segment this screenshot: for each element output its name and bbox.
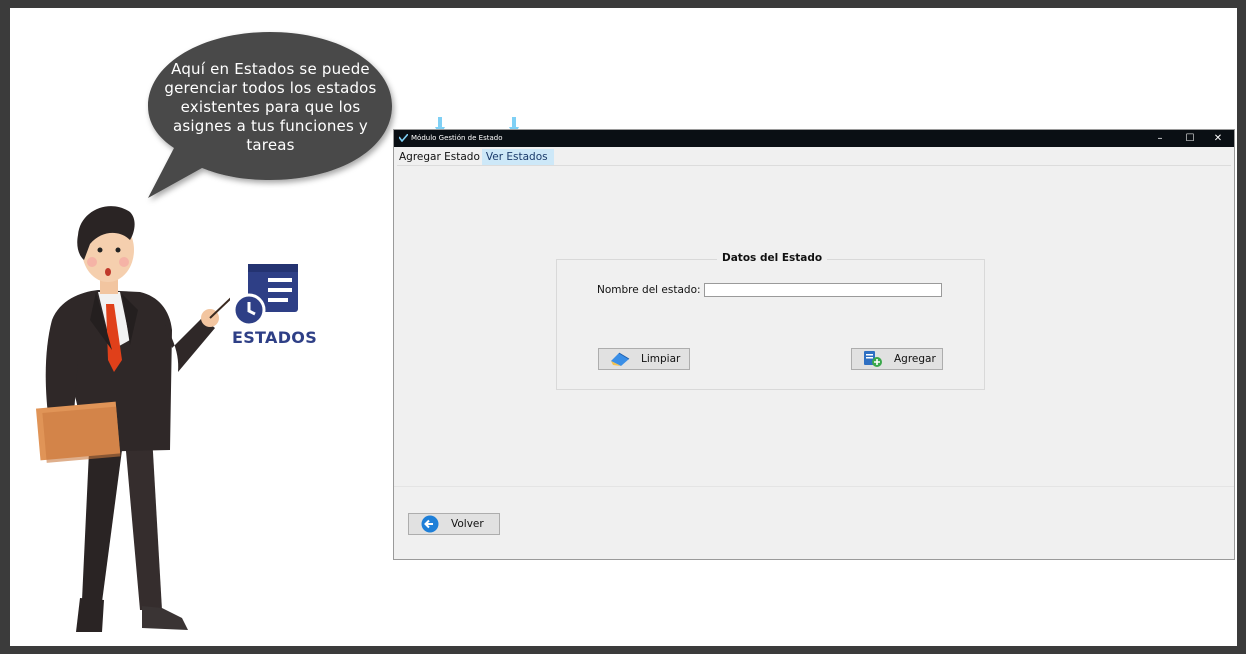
tab-ver-estados[interactable]: Ver Estados [481, 149, 554, 166]
agregar-label: Agregar [894, 353, 936, 365]
datos-del-estado-group: Datos del Estado Nombre del estado: Limp… [556, 252, 985, 390]
title-bar: Módulo Gestión de Estado – ☐ ✕ [394, 130, 1234, 147]
back-arrow-icon [419, 515, 441, 533]
agregar-button[interactable]: Agregar [851, 348, 943, 370]
minimize-button[interactable]: – [1146, 131, 1174, 146]
window-title: Módulo Gestión de Estado [411, 134, 503, 142]
tab-agregar-estado[interactable]: Agregar Estado [397, 149, 482, 166]
app-icon [399, 134, 408, 142]
limpiar-label: Limpiar [641, 353, 681, 365]
eraser-icon [609, 350, 631, 368]
group-title: Datos del Estado [717, 252, 828, 264]
estados-badge-label: ESTADOS [232, 328, 318, 347]
close-button[interactable]: ✕ [1204, 131, 1232, 146]
businessman-illustration [35, 206, 230, 632]
nombre-estado-input[interactable] [704, 283, 942, 297]
app-window: Módulo Gestión de Estado – ☐ ✕ Agregar E… [393, 129, 1235, 560]
add-document-icon [862, 350, 884, 368]
volver-label: Volver [451, 518, 484, 530]
tab-divider [397, 165, 1231, 166]
tab-bar: Agregar Estado Ver Estados [397, 149, 554, 166]
limpiar-button[interactable]: Limpiar [598, 348, 690, 370]
maximize-button[interactable]: ☐ [1176, 131, 1204, 146]
estados-icon [232, 264, 298, 327]
volver-button[interactable]: Volver [408, 513, 500, 535]
nombre-estado-label: Nombre del estado: [597, 284, 701, 296]
speech-bubble-text: Aquí en Estados se puede gerenciar todos… [164, 60, 377, 154]
footer-divider [394, 486, 1234, 487]
